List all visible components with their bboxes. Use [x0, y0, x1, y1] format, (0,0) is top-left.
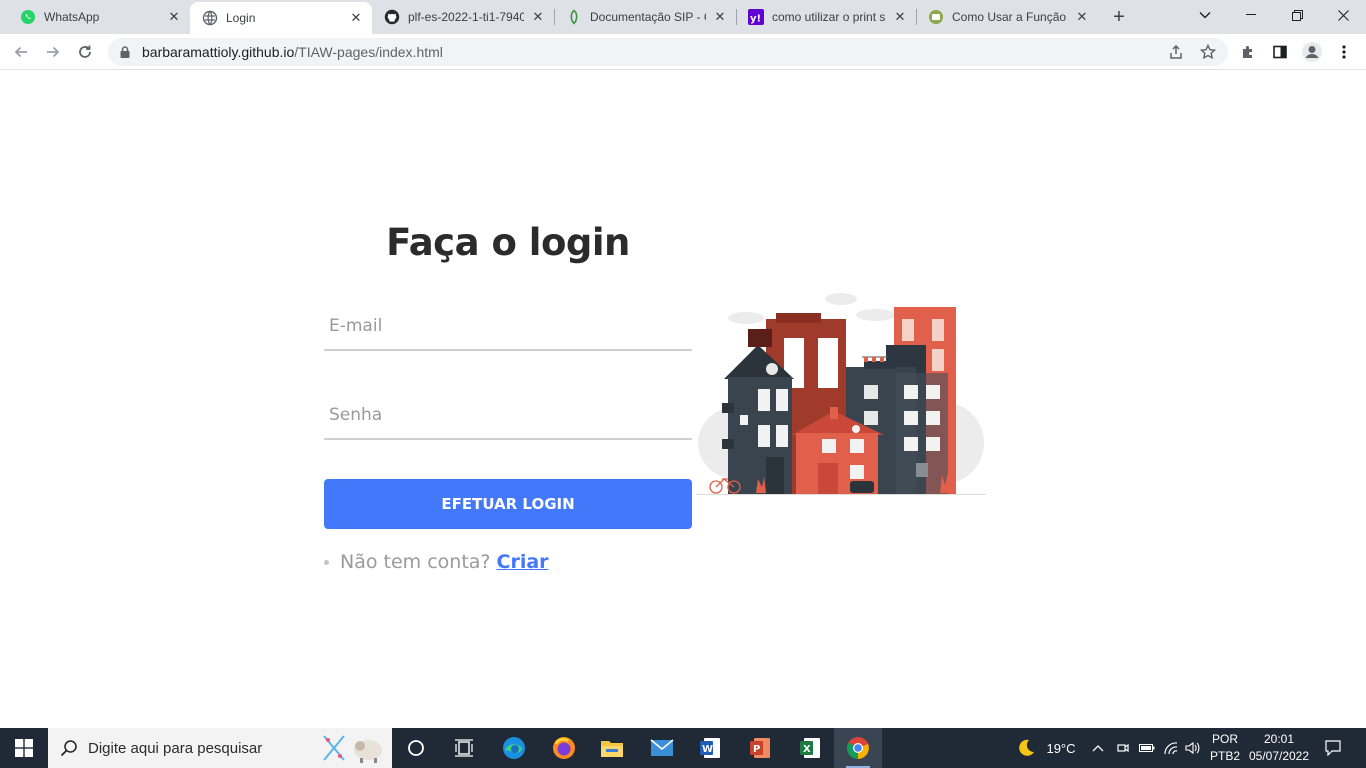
mail-icon[interactable]	[638, 728, 686, 768]
search-highlight-icon	[323, 735, 382, 763]
tab-como-usar[interactable]: Como Usar a Função F ✕	[916, 0, 1098, 34]
chrome-icon[interactable]	[834, 728, 882, 768]
clock[interactable]: 20:01 05/07/2022	[1244, 731, 1314, 765]
word-icon[interactable]: W	[686, 728, 734, 768]
tab-title: Login	[226, 11, 256, 25]
tab-strip: WhatsApp ✕ Login ✕ plf-es-2022-1-ti1-794…	[0, 0, 1366, 34]
lang-top: POR	[1211, 732, 1238, 746]
url-text: barbaramattioly.github.io/TIAW-pages/ind…	[142, 44, 443, 60]
tab-title: Documentação SIP - C	[590, 10, 706, 24]
lang-bottom: PTB2	[1209, 749, 1240, 763]
tab-github[interactable]: plf-es-2022-1-ti1-7940 ✕	[372, 0, 554, 34]
email-field-container	[324, 303, 692, 351]
taskbar-search-box[interactable]: Digite aqui para pesquisar	[48, 728, 392, 768]
tab-title: Como Usar a Função F	[952, 10, 1068, 24]
github-icon	[384, 9, 400, 25]
side-panel-icon[interactable]	[1268, 40, 1292, 64]
close-icon[interactable]: ✕	[892, 9, 908, 25]
clock-time: 20:01	[1263, 732, 1295, 746]
new-tab-button[interactable]: +	[1108, 6, 1130, 28]
profile-avatar-icon[interactable]	[1300, 40, 1324, 64]
tab-whatsapp[interactable]: WhatsApp ✕	[8, 0, 190, 34]
tab-login[interactable]: Login ✕	[190, 2, 372, 34]
browser-toolbar: barbaramattioly.github.io/TIAW-pages/ind…	[0, 34, 1366, 70]
tab-yahoo[interactable]: y! como utilizar o print s ✕	[736, 0, 916, 34]
notification-icon[interactable]	[1318, 728, 1348, 768]
windows-start-icon[interactable]	[0, 728, 48, 768]
volume-icon[interactable]	[1182, 728, 1204, 768]
battery-icon[interactable]	[1136, 728, 1158, 768]
minimize-icon[interactable]	[1228, 0, 1274, 30]
task-view-icon[interactable]	[440, 728, 488, 768]
url-host: barbaramattioly.github.io	[142, 44, 295, 60]
tab-title: como utilizar o print s	[772, 10, 886, 24]
yahoo-icon: y!	[748, 9, 764, 25]
weather-temperature[interactable]: 19°C	[1042, 728, 1080, 768]
share-icon[interactable]	[1166, 42, 1186, 62]
globe-icon	[202, 10, 218, 26]
tab-search-chevron-icon[interactable]	[1182, 0, 1228, 30]
url-path: /TIAW-pages/index.html	[294, 44, 443, 60]
login-page: Faça o login EFETUAR LOGIN Não tem conta…	[0, 71, 1366, 728]
edge-icon[interactable]	[490, 728, 538, 768]
password-field-container	[324, 392, 692, 440]
excel-icon[interactable]: X	[786, 728, 834, 768]
svg-text:P: P	[753, 744, 760, 755]
page-title: Faça o login	[386, 221, 630, 264]
wifi-icon[interactable]	[1160, 728, 1182, 768]
password-field[interactable]	[324, 392, 692, 438]
tab-title: WhatsApp	[44, 10, 100, 24]
close-icon[interactable]: ✕	[166, 9, 182, 25]
chevron-up-icon[interactable]	[1088, 728, 1108, 768]
clock-date: 05/07/2022	[1248, 749, 1310, 763]
kebab-menu-icon[interactable]	[1332, 40, 1356, 64]
meet-now-icon[interactable]	[1112, 728, 1134, 768]
whatsapp-icon	[20, 9, 36, 25]
bullet	[324, 559, 329, 565]
bookmark-star-icon[interactable]	[1198, 42, 1218, 62]
forward-arrow-icon[interactable]	[40, 39, 66, 65]
lock-icon[interactable]	[118, 45, 132, 59]
svg-text:W: W	[702, 744, 713, 755]
close-window-icon[interactable]	[1320, 0, 1366, 30]
search-icon	[60, 740, 77, 757]
close-icon[interactable]: ✕	[530, 9, 546, 25]
city-buildings-illustration	[696, 293, 986, 495]
signup-text: Não tem conta?	[340, 551, 491, 573]
tab-title: plf-es-2022-1-ti1-7940	[408, 10, 524, 24]
back-arrow-icon[interactable]	[8, 39, 34, 65]
close-icon[interactable]: ✕	[712, 9, 728, 25]
site-icon	[928, 9, 944, 25]
input-language[interactable]: POR PTB2	[1208, 731, 1242, 765]
documentation-icon	[566, 9, 582, 25]
svg-text:y!: y!	[750, 14, 761, 25]
tab-documentacao[interactable]: Documentação SIP - C ✕	[554, 0, 736, 34]
svg-text:X: X	[803, 744, 811, 755]
signup-link[interactable]: Criar	[497, 551, 549, 573]
powerpoint-icon[interactable]: P	[736, 728, 784, 768]
reload-icon[interactable]	[72, 39, 98, 65]
login-button[interactable]: EFETUAR LOGIN	[324, 479, 692, 529]
firefox-icon[interactable]	[540, 728, 588, 768]
signup-prompt: Não tem conta? Criar	[324, 551, 549, 573]
close-icon[interactable]: ✕	[1074, 9, 1090, 25]
file-explorer-icon[interactable]	[588, 728, 636, 768]
extensions-puzzle-icon[interactable]	[1236, 40, 1260, 64]
email-field[interactable]	[324, 303, 692, 349]
close-icon[interactable]: ✕	[348, 10, 364, 26]
cortana-icon[interactable]	[392, 728, 440, 768]
restore-icon[interactable]	[1274, 0, 1320, 30]
windows-taskbar: Digite aqui para pesquisar W P X 19°C PO…	[0, 728, 1366, 768]
address-bar[interactable]: barbaramattioly.github.io/TIAW-pages/ind…	[108, 38, 1228, 66]
weather-moon-icon[interactable]	[1012, 728, 1040, 768]
search-placeholder: Digite aqui para pesquisar	[88, 740, 263, 757]
